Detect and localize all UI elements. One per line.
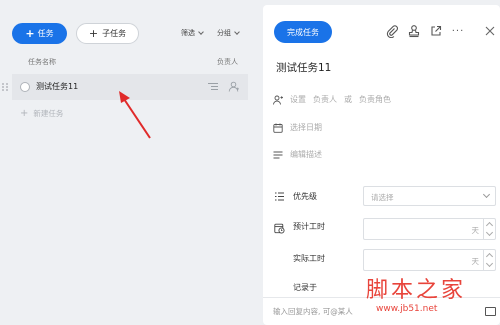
open-external-icon[interactable] [429,24,443,38]
assignee-or-label: 或 [344,95,352,104]
complete-task-button[interactable]: 完成任务 [274,21,332,43]
description-field[interactable]: 编辑描述 [273,149,322,160]
stamp-icon[interactable] [407,24,421,38]
estimate-input[interactable]: 天 [363,218,496,240]
estimate-time-icon [274,223,285,234]
priority-placeholder: 请选择 [371,193,394,202]
description-placeholder: 编辑描述 [290,150,322,159]
close-icon[interactable] [483,24,497,38]
calendar-icon [273,123,283,133]
assignee-field[interactable]: 设置 负责人 或 负责角色 [273,94,391,105]
assignee-owner-link[interactable]: 负责人 [313,94,337,105]
stepper-down-icon[interactable] [485,228,494,237]
estimate-label: 预计工时 [293,222,325,231]
task-detail-title[interactable]: 测试任务11 [276,60,331,75]
stepper-down-icon[interactable] [485,259,494,268]
record-label: 记录于 [293,283,317,292]
priority-icon [275,192,284,201]
text-lines-icon [273,151,283,158]
estimate-unit: 天 [471,226,480,235]
comment-input[interactable]: 输入回复内容, 可@某人 [273,306,353,317]
actual-unit: 天 [471,257,480,266]
estimate-stepper[interactable] [483,219,495,239]
more-icon[interactable]: ··· [451,24,465,38]
actual-input[interactable]: 天 [363,249,496,271]
assignee-set-label: 设置 [290,95,306,104]
actual-label: 实际工时 [293,254,325,263]
priority-label: 优先级 [293,192,317,201]
priority-select[interactable]: 请选择 [363,186,496,206]
image-upload-icon[interactable] [485,307,496,316]
chevron-down-icon [482,190,491,199]
watermark-url: www.jb51.net [376,304,438,314]
date-field[interactable]: 选择日期 [273,122,322,133]
date-placeholder: 选择日期 [290,123,322,132]
attachment-icon[interactable] [385,24,399,38]
watermark-logo: 脚本之家 [366,278,467,303]
add-user-icon [273,95,283,105]
assignee-role-link[interactable]: 负责角色 [359,94,391,105]
actual-stepper[interactable] [483,250,495,270]
